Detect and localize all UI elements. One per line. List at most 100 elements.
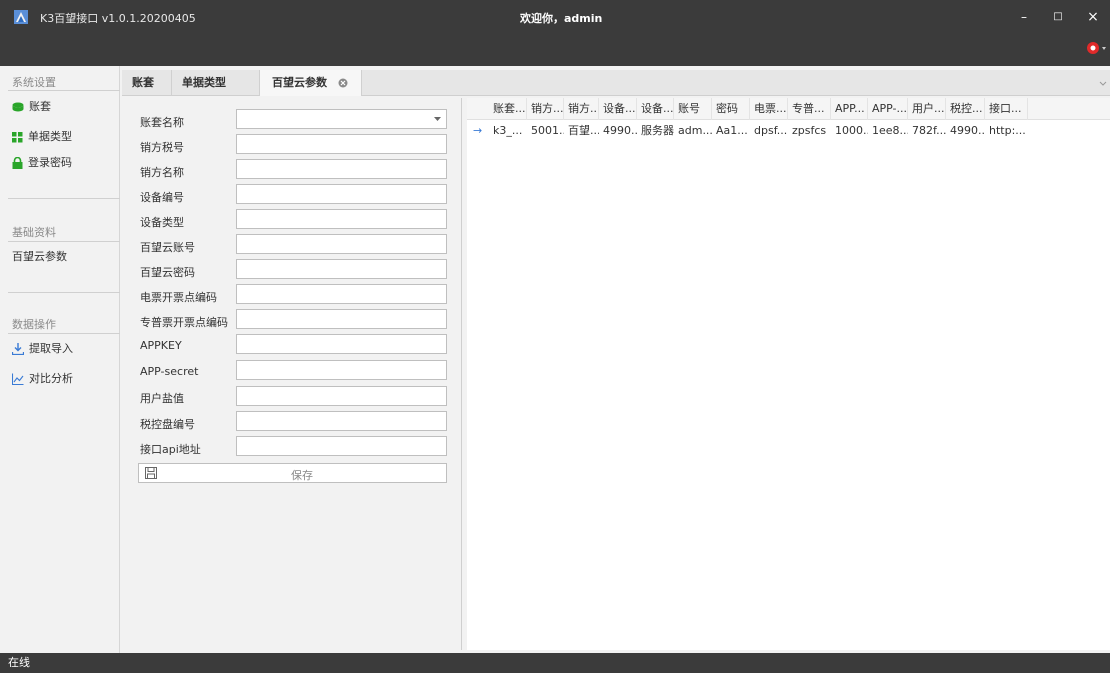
sidebar-item-import[interactable]: 提取导入 <box>8 338 120 360</box>
tab-list-dropdown-icon[interactable] <box>1098 78 1108 88</box>
table-cell[interactable]: 4990... <box>946 120 985 142</box>
sidebar-divider <box>8 292 120 293</box>
minimize-button[interactable]: – <box>1015 8 1033 26</box>
column-header[interactable]: 销方... <box>527 98 564 120</box>
sidebar-group-data-ops: 数据操作 <box>12 318 56 331</box>
tab-account-set[interactable]: 账套 <box>122 70 172 96</box>
sidebar-group-basic-data: 基础资料 <box>12 226 56 239</box>
column-header[interactable]: 接口... <box>985 98 1028 120</box>
column-header[interactable]: 设备... <box>637 98 674 120</box>
save-icon <box>145 467 157 479</box>
sidebar-item-login-password[interactable]: 登录密码 <box>8 152 120 174</box>
chevron-down-icon <box>434 117 441 121</box>
account-grid: 账套... 销方... 销方... 设备... 设备... 账号 密码 电票..… <box>467 98 1110 650</box>
field-label: 设备编号 <box>140 191 184 204</box>
table-cell[interactable]: zpsfcs <box>788 120 831 142</box>
column-header[interactable]: 电票... <box>750 98 788 120</box>
column-header[interactable]: 用户... <box>908 98 946 120</box>
table-row[interactable]: → k3_... 5001... 百望... 4990... 服务器 adm..… <box>467 120 1110 142</box>
app-secret-field[interactable] <box>236 360 447 380</box>
sidebar-item-compare[interactable]: 对比分析 <box>8 368 120 390</box>
tax-disk-number-field[interactable] <box>236 411 447 431</box>
field-label: 销方税号 <box>140 141 184 154</box>
skin-button[interactable] <box>1084 38 1108 58</box>
user-salt-field[interactable] <box>236 386 447 406</box>
tab-document-type[interactable]: 单据类型 <box>172 70 260 96</box>
baiwang-account-field[interactable] <box>236 234 447 254</box>
welcome-text: 欢迎你，admin <box>520 12 603 25</box>
tab-label: 账套 <box>132 76 154 89</box>
column-header[interactable]: APP-... <box>868 98 908 120</box>
status-bar: 在线 <box>0 653 1110 673</box>
baiwang-password-field[interactable] <box>236 259 447 279</box>
sidebar-item-document-type[interactable]: 单据类型 <box>8 126 120 148</box>
sidebar-item-label: 提取导入 <box>29 342 73 355</box>
maximize-button[interactable]: □ <box>1049 8 1067 26</box>
account-set-select[interactable] <box>236 109 447 129</box>
column-header[interactable]: 销方... <box>564 98 599 120</box>
table-cell[interactable]: 1ee8... <box>868 120 908 142</box>
table-cell[interactable]: http:... <box>985 120 1028 142</box>
tab-bar: 账套 单据类型 百望云参数 <box>122 70 1110 96</box>
column-header[interactable]: 设备... <box>599 98 637 120</box>
table-cell[interactable]: 服务器 <box>637 120 674 142</box>
chart-icon <box>12 373 24 385</box>
save-button[interactable]: 保存 <box>138 463 447 483</box>
sidebar-divider <box>8 241 120 242</box>
column-header[interactable]: 税控... <box>946 98 985 120</box>
sidebar-item-label: 单据类型 <box>28 130 72 143</box>
field-label: 销方名称 <box>140 166 184 179</box>
title-bar: K3百望接口 v1.0.1.20200405 欢迎你，admin – □ × <box>0 0 1110 66</box>
seller-name-field[interactable] <box>236 159 447 179</box>
field-label: APPKEY <box>140 339 182 352</box>
field-label: 专普票开票点编码 <box>140 316 228 329</box>
table-cell[interactable]: 4990... <box>599 120 637 142</box>
api-address-field[interactable] <box>236 436 447 456</box>
sidebar-item-account-set[interactable]: 账套 <box>8 96 120 118</box>
column-header[interactable]: 密码 <box>712 98 750 120</box>
sidebar: 系统设置 账套 单据类型 登录密码 基础资料 百望云参数 数据操作 提取导入 对… <box>8 66 120 653</box>
skin-icon <box>1087 42 1106 54</box>
field-label: 百望云账号 <box>140 241 195 254</box>
tab-close-icon[interactable] <box>338 78 348 88</box>
database-icon <box>12 102 24 112</box>
table-cell[interactable]: 百望... <box>564 120 599 142</box>
lock-icon <box>12 157 23 169</box>
sidebar-divider <box>8 198 120 199</box>
table-cell[interactable]: 5001... <box>527 120 564 142</box>
table-cell[interactable]: k3_... <box>489 120 527 142</box>
column-header[interactable]: 账号 <box>674 98 712 120</box>
device-type-field[interactable] <box>236 209 447 229</box>
tab-label: 百望云参数 <box>272 76 327 89</box>
column-header[interactable]: APP... <box>831 98 868 120</box>
paper-invoice-point-code-field[interactable] <box>236 309 447 329</box>
field-label: 接口api地址 <box>140 443 201 456</box>
device-number-field[interactable] <box>236 184 447 204</box>
sidebar-group-system: 系统设置 <box>12 76 56 89</box>
column-header[interactable]: 专普... <box>788 98 831 120</box>
params-form: 账套名称 销方税号 销方名称 设备编号 设备类型 百望云账号 百望云密码 电票开… <box>126 98 462 650</box>
close-button[interactable]: × <box>1084 8 1102 26</box>
field-label: 设备类型 <box>140 216 184 229</box>
table-cell[interactable]: Aa1... <box>712 120 750 142</box>
appkey-field[interactable] <box>236 334 447 354</box>
table-cell[interactable]: 782f... <box>908 120 946 142</box>
grid-icon <box>12 131 23 142</box>
tab-baiwang-params[interactable]: 百望云参数 <box>260 70 362 96</box>
window-title: K3百望接口 v1.0.1.20200405 <box>40 12 196 25</box>
e-invoice-point-code-field[interactable] <box>236 284 447 304</box>
field-label: 电票开票点编码 <box>140 291 217 304</box>
sidebar-item-label: 百望云参数 <box>12 250 67 263</box>
seller-tax-id-field[interactable] <box>236 134 447 154</box>
table-cell[interactable]: adm... <box>674 120 712 142</box>
grid-header: 账套... 销方... 销方... 设备... 设备... 账号 密码 电票..… <box>467 98 1110 120</box>
sidebar-item-baiwang-params[interactable]: 百望云参数 <box>8 246 120 268</box>
save-button-label: 保存 <box>291 469 313 482</box>
table-cell[interactable]: dpsf... <box>750 120 788 142</box>
app-logo-icon <box>14 10 28 24</box>
field-label: 账套名称 <box>140 116 184 129</box>
column-header[interactable]: 账套... <box>489 98 527 120</box>
field-label: 用户盐值 <box>140 392 184 405</box>
current-row-indicator: → <box>473 124 483 137</box>
table-cell[interactable]: 1000... <box>831 120 868 142</box>
